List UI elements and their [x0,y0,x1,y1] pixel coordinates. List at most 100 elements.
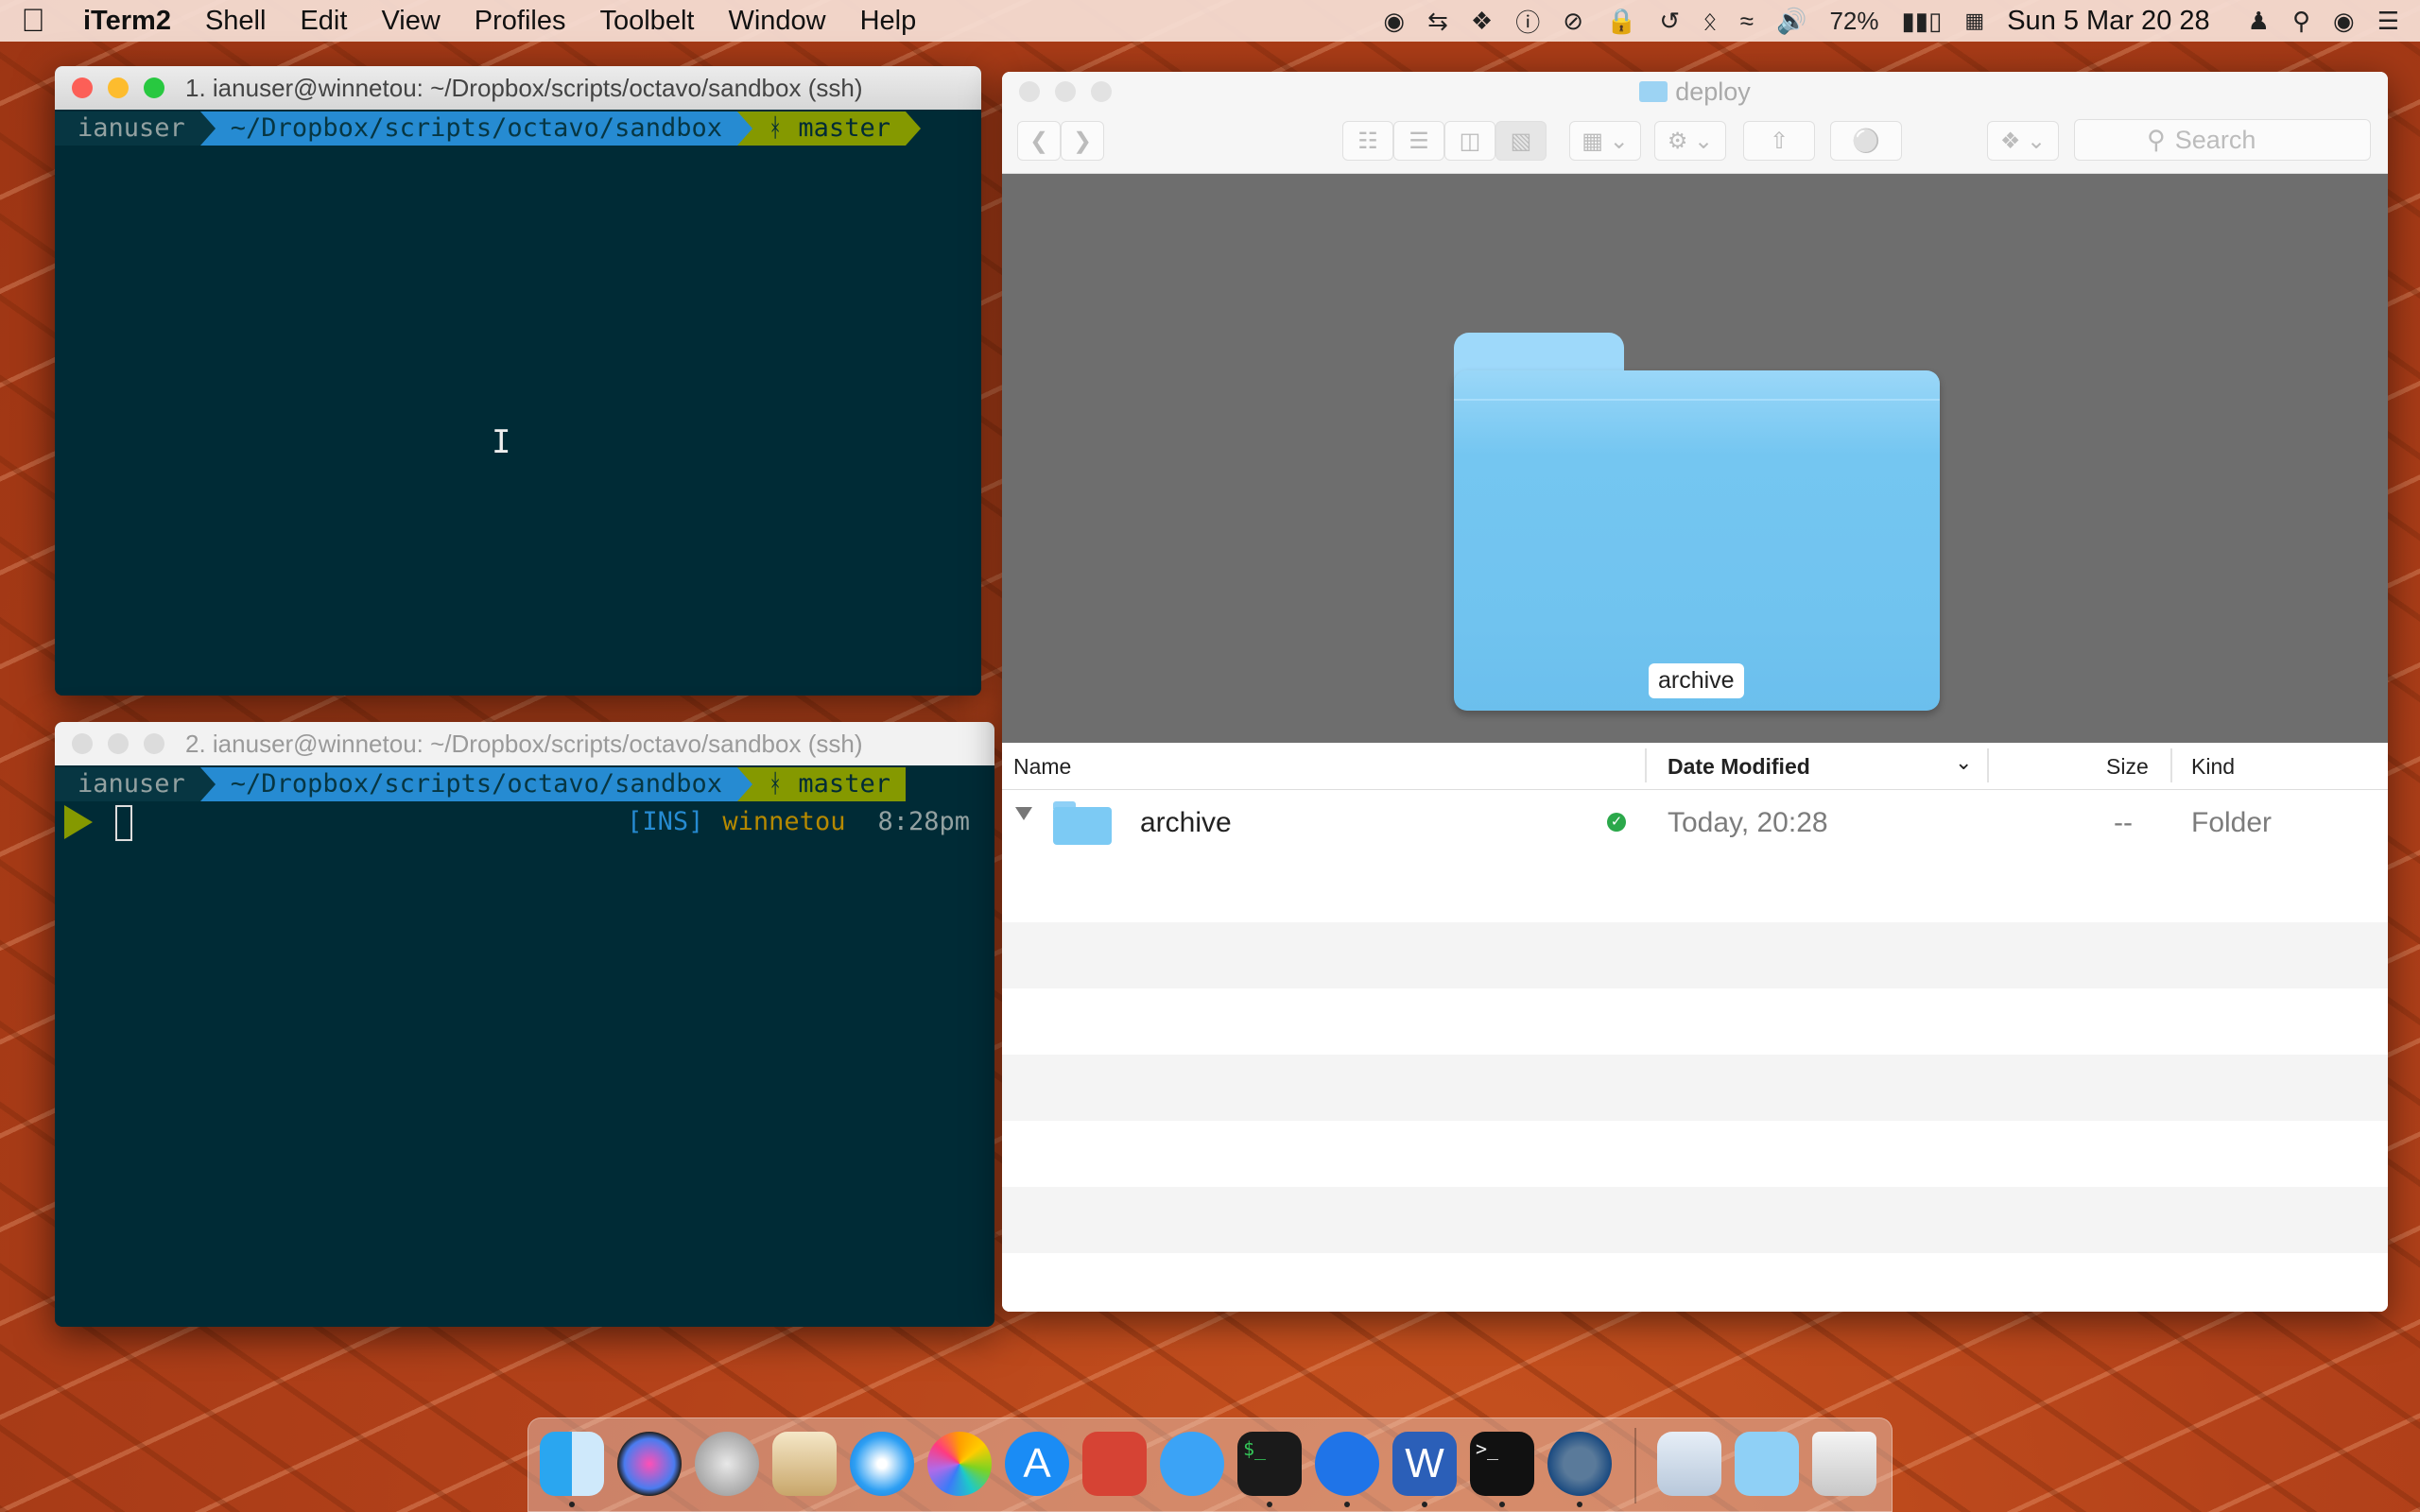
column-size[interactable]: Size [2106,754,2149,780]
list-view-button[interactable]: ☰ [1393,121,1444,161]
messages-icon[interactable] [1160,1432,1224,1496]
forward-button[interactable]: ❯ [1061,121,1104,161]
folder-icon [1639,81,1668,102]
menu-shell[interactable]: Shell [188,6,284,37]
cover-flow-view-button[interactable]: ▧ [1495,121,1547,161]
minimize-button[interactable] [108,733,129,754]
hostname: winnetou [722,807,846,836]
empty-row [1002,856,2388,922]
folder-preview-label: archive [1649,663,1744,698]
menu-window[interactable]: Window [711,6,842,37]
record-icon[interactable]: ◉ [1372,7,1416,36]
menu-toolbelt[interactable]: Toolbelt [582,6,711,37]
launchpad-icon[interactable] [695,1432,759,1496]
sort-chevron-icon[interactable]: ⌄ [1955,750,1972,775]
quicktime-icon[interactable] [1547,1432,1612,1496]
terminal-window-2[interactable]: 2. ianuser@winnetou: ~/Dropbox/scripts/o… [55,722,994,1327]
zoom-button[interactable] [144,733,164,754]
safari-icon[interactable] [850,1432,914,1496]
file-list: archive ✓ Today, 20:28 -- Folder [1002,790,2388,1312]
terminal-1-output-area[interactable] [55,146,981,696]
mail-icon[interactable] [772,1432,837,1496]
empty-row [1002,988,2388,1055]
menu-edit[interactable]: Edit [283,6,364,37]
time-machine-icon[interactable]: ↺ [1648,7,1691,36]
column-name[interactable]: Name [1013,754,1071,780]
folder-stack-icon[interactable] [1735,1432,1799,1496]
folder-icon [1053,801,1112,845]
battery-icon[interactable]: ▮▮▯ [1890,7,1953,36]
group-by-button[interactable]: ▦ ⌄ [1569,121,1641,161]
spotlight-search-icon[interactable]: ⚲ [2281,7,2322,36]
minimize-button[interactable] [108,77,129,98]
terminal-cursor [115,805,132,841]
prompt-arrow-icon [64,805,93,839]
photos-icon[interactable] [927,1432,992,1496]
terminal-1-titlebar[interactable]: 1. ianuser@winnetou: ~/Dropbox/scripts/o… [55,66,981,110]
action-gear-icon[interactable]: ⚙ ⌄ [1654,121,1726,161]
terminal-2-input-line[interactable]: [INS] winnetou 8:28pm [55,801,994,843]
wifi-icon[interactable]: ≈ [1729,7,1765,36]
trash-icon[interactable] [1812,1432,1876,1496]
terminal-window-1[interactable]: 1. ianuser@winnetou: ~/Dropbox/scripts/o… [55,66,981,696]
disclosure-triangle-icon[interactable] [1015,807,1032,820]
dropbox-menu-icon[interactable]: ❖ ⌄ [1987,121,2059,161]
menu-view[interactable]: View [364,6,457,37]
iterm-icon[interactable]: >_ [1470,1432,1534,1496]
table-row[interactable]: archive ✓ Today, 20:28 -- Folder [1002,790,2388,856]
remote-desktop-icon[interactable] [1082,1432,1147,1496]
teamviewer-icon[interactable] [1315,1432,1379,1496]
share-icon[interactable]: ⇧ [1743,121,1815,161]
uk-flag-icon[interactable]: ▦ [1953,9,1996,33]
do-not-disturb-icon[interactable]: ⊘ [1551,7,1595,36]
siri-icon[interactable] [617,1432,682,1496]
bluetooth-icon[interactable]: ᛟ [1691,7,1729,36]
app-store-icon[interactable]: A [1005,1432,1069,1496]
finder-toolbar: deploy ❮ ❯ ☷ ☰ ◫ ▧ ▦ ⌄ ⚙ ⌄ ⇧ ⚪ ❖ ⌄ ⚲ Sea… [1002,72,2388,174]
terminal-2-title: 2. ianuser@winnetou: ~/Dropbox/scripts/o… [185,729,863,758]
cover-flow-preview[interactable]: archive [1002,174,2388,815]
file-name: archive [1140,807,1232,838]
finder-title: deploy [1002,77,2388,107]
close-button[interactable] [72,733,93,754]
list-header: Name Date Modified ⌄ Size Kind [1002,743,2388,790]
apple-menu-icon[interactable]:  [0,3,66,40]
user-icon[interactable]: ♟ [2237,7,2281,36]
finder-window[interactable]: deploy ❮ ❯ ☷ ☰ ◫ ▧ ▦ ⌄ ⚙ ⌄ ⇧ ⚪ ❖ ⌄ ⚲ Sea… [1002,72,2388,1312]
prompt-path: ~/Dropbox/scripts/octavo/sandbox [215,112,737,146]
finder-icon[interactable] [540,1432,604,1496]
calendar-stack-icon[interactable] [1657,1432,1721,1496]
siri-menu-icon[interactable]: ◉ [2322,7,2366,36]
back-button[interactable]: ❮ [1017,121,1061,161]
column-date-modified[interactable]: Date Modified [1668,754,1810,780]
menu-app-name[interactable]: iTerm2 [66,6,188,37]
empty-row [1002,922,2388,988]
zoom-button[interactable] [144,77,164,98]
volume-icon[interactable]: 🔊 [1765,7,1818,36]
notification-center-icon[interactable]: ☰ [2366,7,2420,36]
prompt-time: 8:28pm [877,807,970,836]
search-icon: ⚲ [2147,125,2166,154]
icon-view-button[interactable]: ☷ [1342,121,1393,161]
search-field[interactable]: ⚲ Search [2074,119,2371,161]
close-button[interactable] [72,77,93,98]
onepassword-icon[interactable]: ⓘ [1504,4,1551,39]
menu-help[interactable]: Help [843,6,934,37]
menubar-clock[interactable]: Sun 5 Mar 20 28 [1996,6,2236,37]
terminal-2-titlebar[interactable]: 2. ianuser@winnetou: ~/Dropbox/scripts/o… [55,722,994,765]
column-view-button[interactable]: ◫ [1444,121,1495,161]
word-icon[interactable]: W [1392,1432,1457,1496]
empty-row [1002,1187,2388,1253]
teamviewer-status-icon[interactable]: ⇆ [1416,7,1460,36]
terminal-icon[interactable]: $_ [1237,1432,1302,1496]
dropbox-icon[interactable]: ❖ [1460,7,1504,36]
menu-profiles[interactable]: Profiles [458,6,583,37]
tags-icon[interactable]: ⚪ [1830,121,1902,161]
prompt-path: ~/Dropbox/scripts/octavo/sandbox [215,767,737,801]
lock-icon[interactable]: 🔒 [1595,7,1648,36]
prompt-user: ianuser [55,112,200,146]
column-kind[interactable]: Kind [2191,754,2235,780]
prompt-git-branch: ᚼ master [752,767,906,801]
battery-percent[interactable]: 72% [1818,7,1890,36]
large-folder-icon[interactable]: archive [1454,333,1940,711]
